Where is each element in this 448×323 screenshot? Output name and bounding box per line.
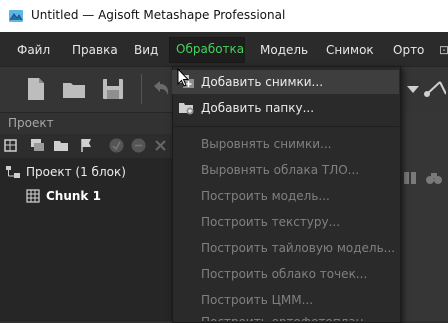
binoculars-icon[interactable] (425, 170, 443, 186)
menu-item-build-dem-label: Построить ЦММ... (201, 293, 314, 307)
menu-model[interactable]: Модель (260, 43, 308, 57)
undo-icon[interactable] (148, 76, 174, 102)
project-panel-title: Проект (8, 116, 54, 130)
view-tool-icon[interactable] (403, 170, 417, 186)
add-folder-icon (179, 103, 194, 115)
chunk-item-label[interactable]: Chunk 1 (46, 189, 101, 203)
chunk-icon (26, 189, 40, 203)
menu-item-build-orthomosaic-label: Построить ортофотоплан (201, 315, 364, 321)
add-photos-small-icon[interactable] (29, 137, 46, 154)
open-folder-icon[interactable] (61, 76, 87, 102)
workspace-area (400, 112, 448, 321)
disable-icon[interactable] (130, 137, 147, 154)
menu-item-build-point-cloud-label: Построить облако точек... (201, 267, 368, 281)
menu-item-add-folder-label: Добавить папку... (201, 101, 315, 115)
menu-file[interactable]: Файл (17, 43, 50, 57)
add-marker-icon[interactable] (78, 137, 95, 154)
menu-more-partial[interactable]: ⊡ (439, 43, 448, 57)
enable-check-icon[interactable] (108, 137, 125, 154)
new-document-icon[interactable] (23, 76, 49, 102)
save-icon[interactable] (100, 76, 126, 102)
add-folder-small-icon[interactable] (53, 137, 70, 154)
menu-photo[interactable]: Снимок (326, 43, 374, 57)
menu-item-align-laser-scans-label: Выровнять облака ТЛО... (201, 163, 360, 177)
menu-item-align-photos-label: Выровнять снимки... (201, 137, 332, 151)
project-tree (0, 158, 172, 321)
menu-separator (172, 126, 399, 127)
menu-view[interactable]: Вид (134, 43, 158, 57)
menu-edit[interactable]: Правка (72, 43, 118, 57)
project-tree-root-icon (6, 166, 20, 178)
toolbar-separator (141, 74, 142, 104)
menu-ortho[interactable]: Орто (393, 43, 424, 57)
menu-item-build-texture-label: Построить текстуру... (201, 215, 341, 229)
remove-x-icon[interactable] (152, 137, 169, 154)
add-chunk-icon[interactable] (4, 137, 21, 154)
metashape-app-icon (9, 10, 23, 22)
menu-item-build-tiled-model-label: Построить тайловую модель... (201, 241, 396, 255)
project-root-label[interactable]: Проект (1 блок) (26, 165, 126, 179)
ruler-tool-icon[interactable] (420, 76, 446, 102)
menu-item-build-model-label: Построить модель... (201, 189, 330, 203)
title-bar: Untitled — Agisoft Metashape Professiona… (0, 0, 448, 32)
menu-item-add-photos-label: Добавить снимки... (201, 75, 324, 89)
mouse-cursor-icon (177, 68, 189, 87)
window-title: Untitled — Agisoft Metashape Professiona… (31, 8, 286, 22)
menu-processing[interactable]: Обработка (176, 42, 244, 56)
